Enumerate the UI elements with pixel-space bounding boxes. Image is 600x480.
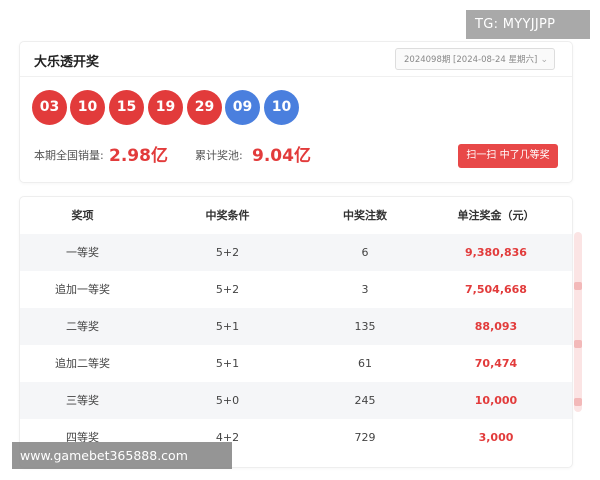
- red-ball: 03: [32, 90, 67, 125]
- table-row: 三等奖 5+0 245 10,000: [20, 382, 572, 419]
- prize-amount: 9,380,836: [465, 246, 527, 259]
- prize-condition: 5+0: [215, 394, 240, 407]
- prize-level: 追加二等奖: [55, 357, 110, 370]
- prize-table: 奖项 中奖条件 中奖注数 单注奖金（元） 一等奖 5+2 6 9,380,836…: [20, 197, 572, 467]
- prize-level: 追加一等奖: [55, 283, 110, 296]
- table-row: 追加一等奖 5+2 3 7,504,668: [20, 271, 572, 308]
- side-button-icon[interactable]: [574, 282, 582, 290]
- prize-amount: 70,474: [474, 357, 518, 370]
- winner-count: 3: [361, 283, 369, 296]
- sales-label: 本期全国销量:: [34, 149, 104, 162]
- blue-ball: 09: [225, 90, 260, 125]
- prize-condition: 5+2: [215, 283, 240, 296]
- winner-count: 6: [361, 246, 369, 259]
- red-ball: 29: [187, 90, 222, 125]
- pool-label: 累计奖池:: [195, 149, 243, 162]
- prize-amount: 3,000: [478, 431, 514, 444]
- prize-level: 二等奖: [66, 320, 99, 333]
- prize-level: 一等奖: [66, 246, 99, 259]
- pool-value: 9.04亿: [252, 146, 311, 166]
- winner-count: 135: [354, 320, 376, 333]
- red-ball: 10: [70, 90, 105, 125]
- red-ball: 15: [109, 90, 144, 125]
- winner-count: 245: [354, 394, 376, 407]
- prize-amount: 88,093: [474, 320, 518, 333]
- draw-result-card: 大乐透开奖 2024098期 [2024-08-24 星期六] ⌄ 03 10 …: [20, 42, 572, 182]
- prize-condition: 5+1: [215, 320, 240, 333]
- prize-amount: 7,504,668: [465, 283, 527, 296]
- side-scroll-bar[interactable]: [574, 232, 582, 412]
- scan-check-button[interactable]: 扫一扫 中了几等奖: [458, 144, 558, 168]
- side-button-icon[interactable]: [574, 340, 582, 348]
- prize-condition: 5+2: [215, 246, 240, 259]
- card-title: 大乐透开奖: [34, 55, 100, 70]
- issue-select[interactable]: 2024098期 [2024-08-24 星期六] ⌄: [395, 48, 555, 70]
- prize-condition: 5+1: [215, 357, 240, 370]
- prize-level: 三等奖: [66, 394, 99, 407]
- prize-amount: 10,000: [474, 394, 518, 407]
- winner-count: 61: [358, 357, 372, 370]
- column-header: 中奖注数: [343, 209, 387, 222]
- column-header: 中奖条件: [205, 209, 250, 222]
- table-row: 二等奖 5+1 135 88,093: [20, 308, 572, 345]
- url-watermark: www.gamebet365888.com: [12, 442, 232, 469]
- side-button-icon[interactable]: [574, 398, 582, 406]
- sales-value: 2.98亿: [109, 146, 168, 166]
- winner-count: 729: [354, 431, 376, 444]
- table-header: 奖项 中奖条件 中奖注数 单注奖金（元）: [20, 197, 572, 234]
- blue-ball: 10: [264, 90, 299, 125]
- red-ball: 19: [148, 90, 183, 125]
- divider: [20, 76, 572, 77]
- chevron-down-icon: ⌄: [540, 55, 548, 65]
- table-row: 追加二等奖 5+1 61 70,474: [20, 345, 572, 382]
- table-row: 一等奖 5+2 6 9,380,836: [20, 234, 572, 271]
- column-header: 单注奖金（元）: [457, 209, 535, 222]
- tg-watermark: TG: MYYJJPP: [466, 10, 590, 39]
- issue-select-value: 2024098期 [2024-08-24 星期六]: [404, 55, 538, 65]
- column-header: 奖项: [71, 209, 94, 222]
